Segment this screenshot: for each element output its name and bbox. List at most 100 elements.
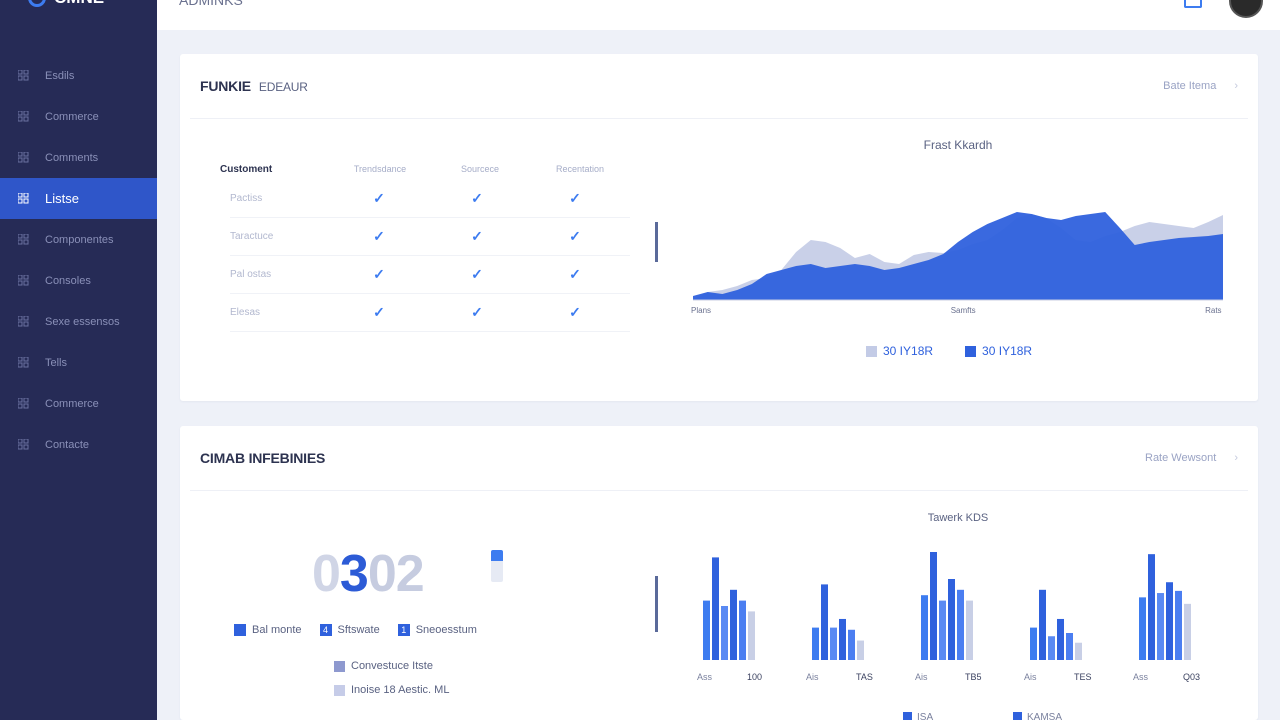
table-row[interactable]: Pal ostas ✓ ✓ ✓	[230, 256, 630, 294]
x-tick-label: Ass	[1133, 672, 1149, 682]
bar	[1175, 590, 1182, 660]
notification-icon[interactable]	[1184, 0, 1202, 8]
bar	[1030, 627, 1037, 660]
table-cell: ✓	[428, 228, 526, 245]
check-icon: ✓	[373, 304, 385, 320]
legend-item: 4 Sftswate	[319, 624, 380, 636]
table-cell: ✓	[330, 190, 428, 207]
category-total-label: TB5	[965, 672, 982, 682]
category-total-label: 100	[747, 672, 762, 682]
check-icon: ✓	[373, 266, 385, 282]
table-row[interactable]: Pactiss ✓ ✓ ✓	[230, 180, 630, 218]
card-link[interactable]: Bate Itema ›	[1163, 80, 1238, 92]
grid-icon	[18, 111, 29, 122]
kpi-legend-secondary: Convestuce Itste Inoise 18 Aestic. ML	[334, 660, 449, 696]
grid-icon	[18, 234, 29, 245]
sidebar-item[interactable]: Comments	[0, 137, 157, 178]
table-cell: ✓	[330, 266, 428, 283]
table-header-cell: Trendsdance	[353, 164, 407, 174]
y-axis-label	[655, 576, 664, 632]
divider	[190, 118, 1248, 119]
table-header: Customent Trendsdance Sourcece Recentati…	[220, 158, 630, 180]
bar	[1066, 633, 1073, 660]
sidebar: CMNE Esdils Commerce Comments Listse Compone…	[0, 0, 157, 720]
sidebar-item[interactable]: Sexe essensos	[0, 301, 157, 342]
sidebar-item-label: Listse	[45, 191, 79, 206]
card-link[interactable]: Rate Wewsont ›	[1145, 452, 1238, 464]
legend-label: 30 IY18R	[982, 344, 1033, 358]
legend-swatch	[334, 684, 345, 696]
feature-table: Customent Trendsdance Sourcece Recentati…	[220, 158, 630, 332]
funnel-card: FUNKIE EDEAUR Bate Itema › Customent Trend…	[180, 54, 1258, 401]
category-total-label: TES	[1074, 672, 1092, 682]
check-icon: ✓	[569, 190, 581, 206]
check-icon: ✓	[569, 266, 581, 282]
bar	[721, 606, 728, 660]
legend-swatch	[903, 712, 912, 720]
page-title: ADMINKS	[179, 0, 243, 8]
table-cell: ✓	[526, 228, 624, 245]
sidebar-item[interactable]: Consoles	[0, 260, 157, 301]
table-cell: ✓	[428, 190, 526, 207]
table-cell: ✓	[428, 266, 526, 283]
row-label: Taractuce	[230, 231, 274, 242]
sidebar-item[interactable]: Commerce	[0, 96, 157, 137]
area-legend: 30 IY18R 30 IY18R	[866, 344, 1032, 358]
grid-icon	[18, 70, 29, 81]
card-link-label: Bate Itema	[1163, 80, 1217, 92]
brand-name: CMNE	[54, 0, 104, 8]
kpi-value: 0302	[312, 544, 425, 604]
bar	[848, 629, 855, 660]
bar	[712, 557, 719, 660]
table-cell: ✓	[330, 228, 428, 245]
brand[interactable]: CMNE	[28, 0, 104, 8]
legend-swatch	[866, 345, 877, 357]
bar	[730, 589, 737, 660]
card-title: CIMAB INFEBINIES	[200, 450, 326, 466]
bar	[703, 600, 710, 660]
bar	[1039, 589, 1046, 660]
sidebar-item[interactable]: Contacte	[0, 424, 157, 465]
kpi-legend: Bal monte 4 Sftswate 1 Sneoesstum	[234, 624, 477, 636]
sidebar-item[interactable]: Esdils	[0, 55, 157, 96]
sidebar-nav: Esdils Commerce Comments Listse Componentes C…	[0, 55, 157, 465]
y-axis-label	[655, 222, 664, 262]
grid-icon	[18, 316, 29, 327]
legend-item: Convestuce Itste	[334, 660, 433, 672]
bar	[1157, 593, 1164, 660]
bar-chart-title: Tawerk KDS	[927, 512, 989, 524]
sidebar-item[interactable]: Commerce	[0, 383, 157, 424]
x-tick-label: Rats	[1205, 306, 1222, 315]
bar	[1048, 636, 1055, 660]
table-cell: ✓	[428, 304, 526, 321]
row-label: Elesas	[230, 307, 261, 318]
legend-label: Inoise 18 Aestic. ML	[351, 684, 450, 696]
bar	[1166, 582, 1173, 660]
sidebar-item-label: Tells	[45, 356, 68, 369]
x-tick-label: Ais	[1024, 672, 1037, 682]
bar	[1148, 554, 1155, 660]
avatar[interactable]	[1229, 0, 1263, 18]
table-row[interactable]: Taractuce ✓ ✓ ✓	[230, 218, 630, 256]
sidebar-item[interactable]: Tells	[0, 342, 157, 383]
legend-label: Bal monte	[252, 624, 302, 636]
bar	[930, 552, 937, 660]
table-cell: ✓	[526, 266, 624, 283]
legend-label: KAMSA	[1027, 712, 1062, 720]
check-icon: ✓	[373, 190, 385, 206]
check-icon: ✓	[471, 228, 483, 244]
grid-icon	[18, 152, 29, 163]
chevron-right-icon: ›	[1234, 80, 1238, 92]
kpi-digit: 02	[367, 545, 425, 603]
row-label: Pactiss	[230, 193, 263, 204]
sidebar-item[interactable]: Listse	[0, 178, 157, 219]
card-link-label: Rate Wewsont	[1145, 452, 1217, 464]
sidebar-item[interactable]: Componentes	[0, 219, 157, 260]
bar	[748, 611, 755, 660]
bar	[948, 579, 955, 660]
card-title-text: FUNKIE	[200, 78, 251, 94]
topbar: ADMINKS	[157, 0, 1280, 30]
table-row[interactable]: Elesas ✓ ✓ ✓	[230, 294, 630, 332]
area-chart	[693, 212, 1223, 301]
brand-logo-icon	[28, 0, 46, 7]
